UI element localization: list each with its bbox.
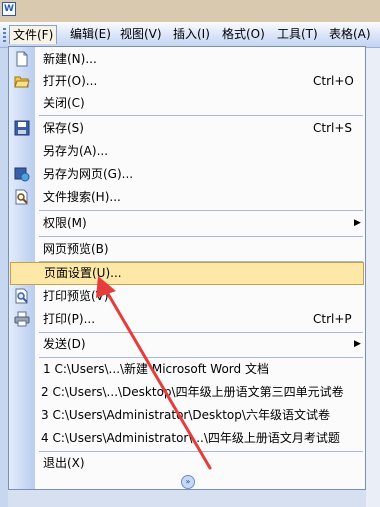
menu-item-label: 打开(O)... [43,74,98,88]
menu-item-label: 保存(S) [43,121,84,135]
title-bar: W [0,0,380,22]
menu-item-recent-1[interactable]: 1 C:\Users\...\新建 Microsoft Word 文档 [9,358,365,380]
menu-item-label: 文件搜索(H)... [43,190,121,204]
file-search-icon [15,189,28,205]
menu-item-shortcut: Ctrl+S [313,121,353,135]
save-as-web-icon [14,167,30,182]
menu-item-send-to[interactable]: 发送(D) ▶ [9,333,365,355]
expand-chevron-icon[interactable]: » [181,475,195,489]
new-document-icon [16,51,28,67]
menu-separator [39,115,363,116]
menu-bar: 文件(F) 编辑(E) 视图(V) 插入(I) 格式(O) 工具(T) 表格(A… [0,22,380,48]
menu-tools[interactable]: 工具(T) [274,25,321,44]
menu-item-shortcut: Ctrl+O [313,74,354,88]
menu-item-save-as[interactable]: 另存为(A)... [9,140,365,162]
word-app-icon: W [2,2,16,16]
menu-item-save-as-web[interactable]: 另存为网页(G)... [9,163,365,185]
menu-file[interactable]: 文件(F) [9,25,58,44]
menu-item-label: 新建(N)... [43,52,97,66]
menu-item-file-search[interactable]: 文件搜索(H)... [9,186,365,208]
menu-item-web-preview[interactable]: 网页预览(B) [9,238,365,260]
submenu-arrow-icon: ▶ [354,339,361,349]
menu-item-label: 打印(P)... [43,312,96,326]
menu-format[interactable]: 格式(O) [219,25,268,44]
print-preview-icon [15,288,28,304]
menu-item-recent-2[interactable]: 2 C:\Users\...\Desktop\四年级上册语文第三四单元试卷 [9,381,365,403]
menu-item-label: 网页预览(B) [43,242,109,256]
file-menu-dropdown: 新建(N)... 打开(O)... Ctrl+O 关闭(C) 保存(S) Ctr… [8,46,366,490]
menu-view[interactable]: 视图(V) [117,25,165,44]
menu-item-label: 1 C:\Users\...\新建 Microsoft Word 文档 [43,362,269,376]
menu-item-label: 2 C:\Users\...\Desktop\四年级上册语文第三四单元试卷 [41,385,344,399]
menu-item-label: 打印预览(V) [43,289,109,303]
menu-item-shortcut: Ctrl+P [313,312,352,326]
menu-item-recent-4[interactable]: 4 C:\Users\Administrator\...\四年级上册语文月考试题 [9,427,365,449]
menu-separator [39,210,363,211]
menu-item-permission[interactable]: 权限(M) ▶ [9,212,365,234]
menu-item-save[interactable]: 保存(S) Ctrl+S [9,117,365,139]
menu-item-label: 页面设置(U)... [44,266,122,280]
open-folder-icon [14,76,30,88]
menu-item-close[interactable]: 关闭(C) [9,92,365,114]
toolbar-grip[interactable] [3,28,6,42]
menu-table[interactable]: 表格(A) [326,25,374,44]
menu-item-label: 权限(M) [43,216,87,230]
save-disk-icon [14,120,30,136]
menu-item-print-preview[interactable]: 打印预览(V) [9,285,365,307]
menu-item-label: 3 C:\Users\Administrator\Desktop\六年级语文试卷 [41,408,330,422]
menu-item-label: 另存为网页(G)... [43,167,134,181]
left-toolbar-area [0,48,8,507]
menu-edit[interactable]: 编辑(E) [67,25,114,44]
menu-item-label: 4 C:\Users\Administrator\...\四年级上册语文月考试题 [41,431,340,445]
submenu-arrow-icon: ▶ [354,218,361,228]
menu-item-label: 关闭(C) [43,96,85,110]
document-area-edge [366,48,380,507]
menu-item-recent-3[interactable]: 3 C:\Users\Administrator\Desktop\六年级语文试卷 [9,404,365,426]
menu-item-open[interactable]: 打开(O)... Ctrl+O [9,70,365,92]
document-area-bottom [8,490,366,507]
menu-separator [39,236,363,237]
menu-item-label: 退出(X) [43,456,85,470]
menu-item-label: 发送(D) [43,337,86,351]
menu-item-page-setup[interactable]: 页面设置(U)... [10,262,364,285]
menu-item-label: 另存为(A)... [43,144,109,158]
printer-icon [14,311,30,327]
menu-item-print[interactable]: 打印(P)... Ctrl+P [9,308,365,330]
menu-item-exit[interactable]: 退出(X) [9,452,365,474]
menu-insert[interactable]: 插入(I) [170,25,213,44]
menu-item-new[interactable]: 新建(N)... [9,48,365,70]
